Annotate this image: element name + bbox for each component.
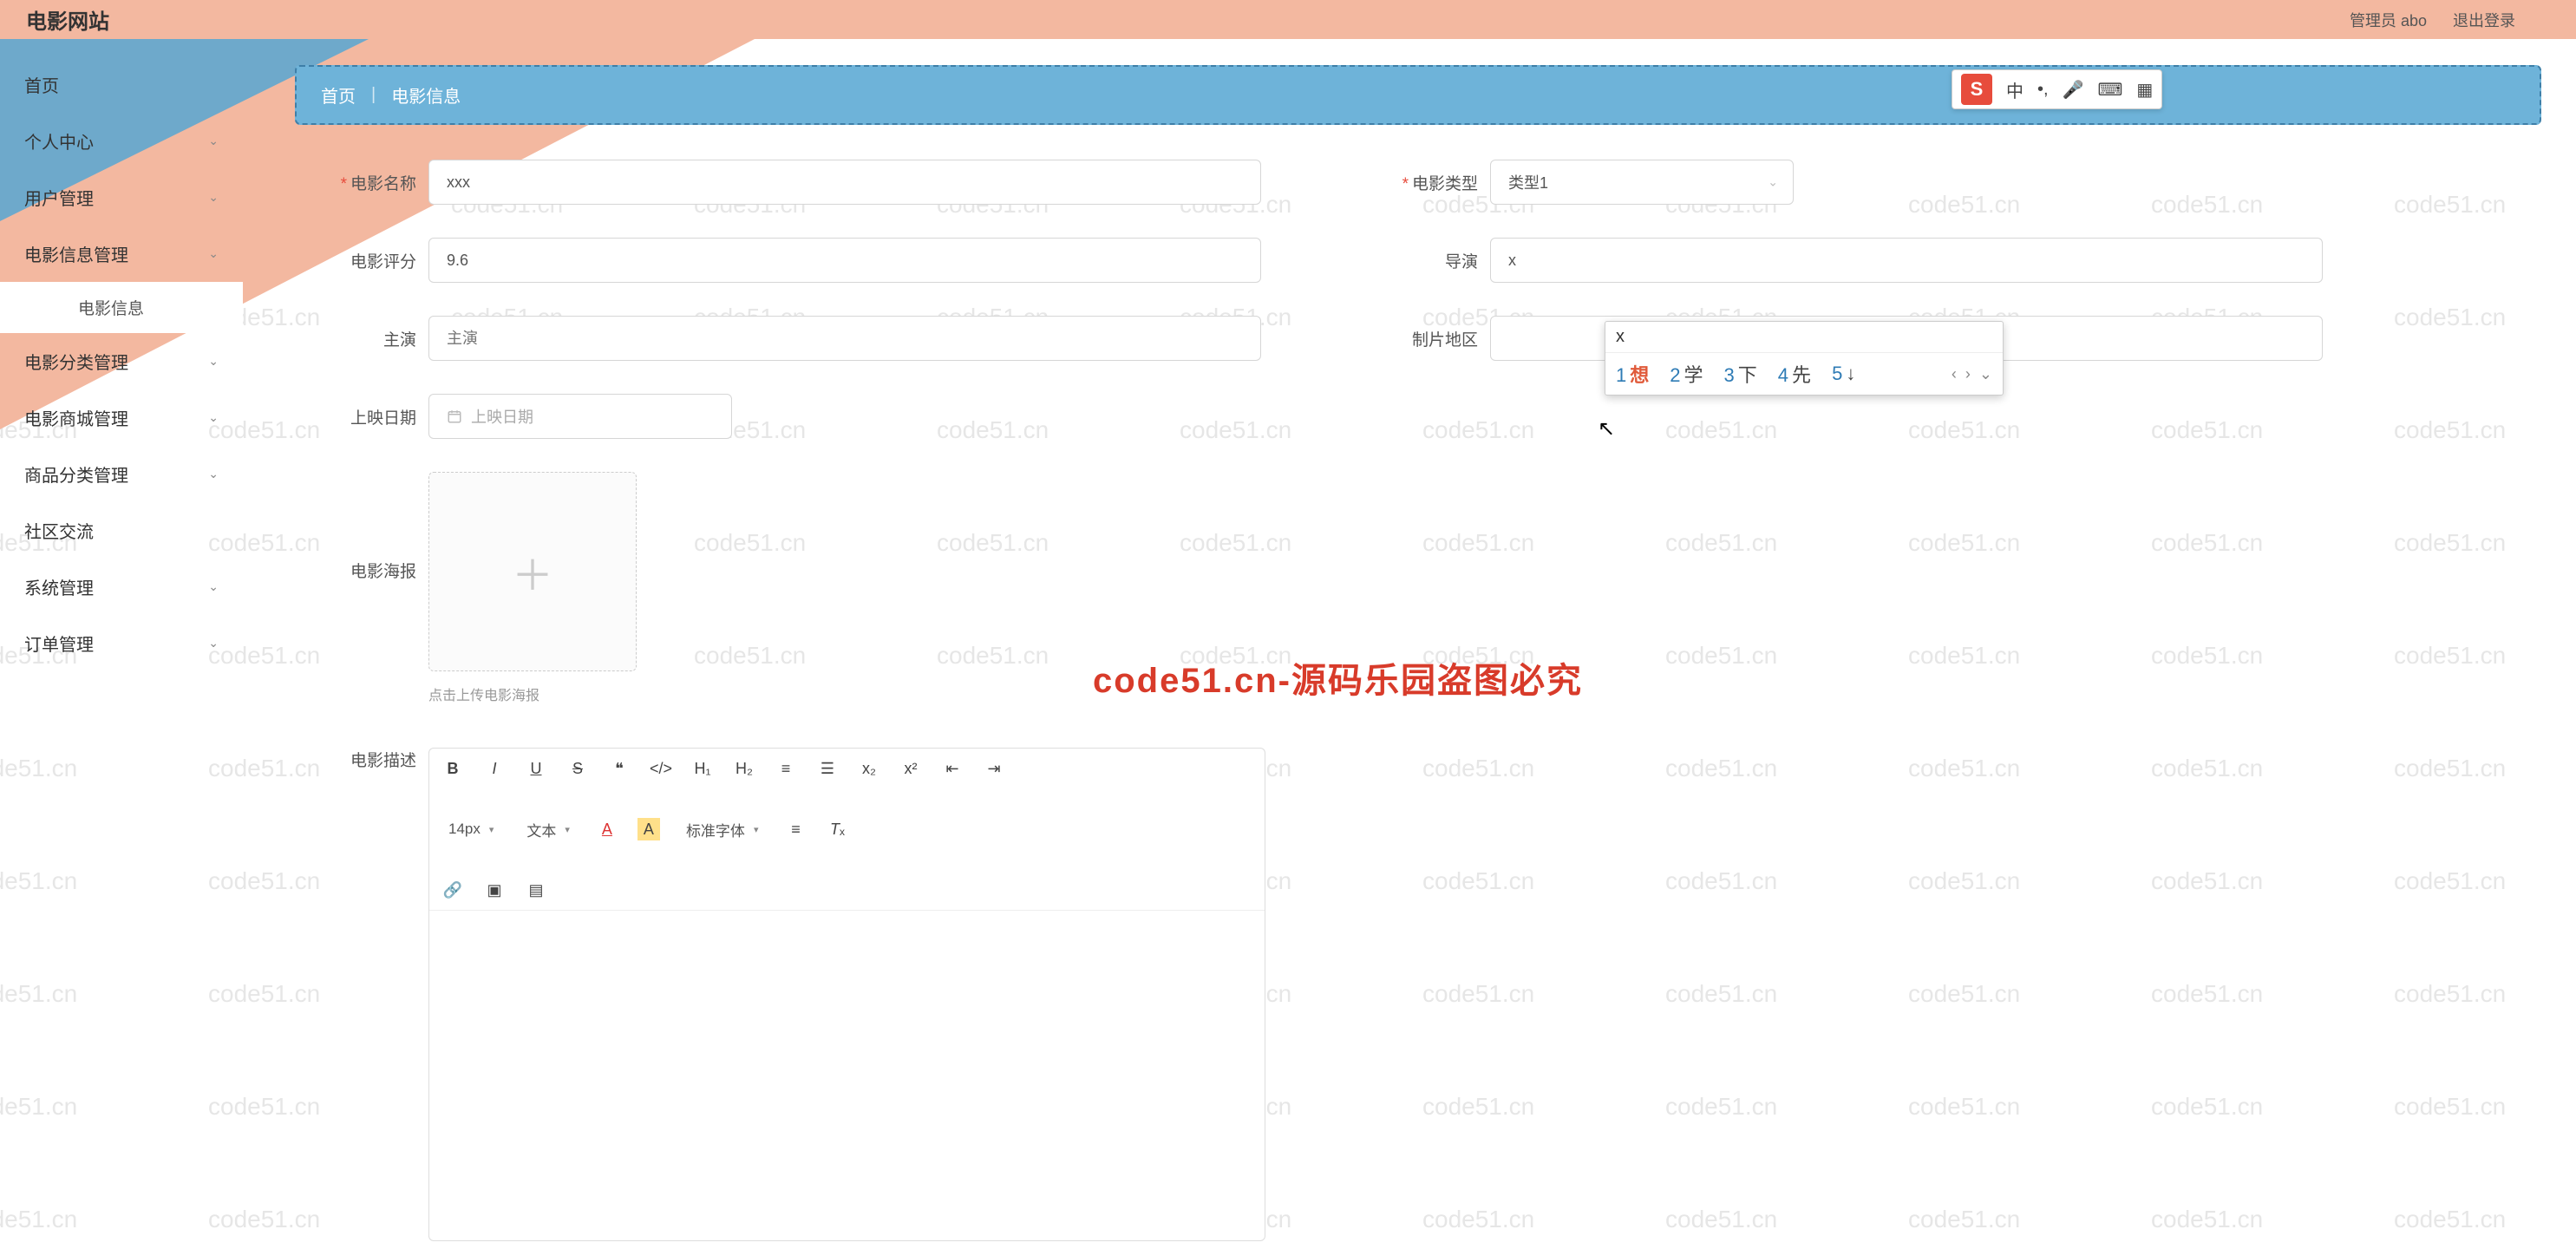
image-button[interactable]: ▣ bbox=[483, 879, 506, 901]
director-input[interactable] bbox=[1490, 238, 2323, 283]
chevron-down-icon: ⌄ bbox=[208, 246, 219, 261]
font-color-button[interactable]: A bbox=[596, 818, 618, 840]
label-desc: 电影描述 bbox=[304, 748, 416, 771]
label-director: 导演 bbox=[1365, 249, 1478, 272]
admin-info[interactable]: 管理员 abo bbox=[2350, 9, 2427, 31]
sidebar-sub-movie-info[interactable]: 电影信息 bbox=[0, 282, 243, 333]
ime-candidate-1[interactable]: 1想 bbox=[1616, 360, 1649, 388]
sidebar: 首页 个人中心⌄ 用户管理⌄ 电影信息管理⌄ 电影信息 电影分类管理⌄ 电影商城… bbox=[0, 39, 243, 1249]
chevron-down-icon: ⌄ bbox=[1768, 175, 1778, 190]
font-family-select[interactable]: 标准字体▾ bbox=[679, 819, 766, 840]
chevron-down-icon: ⌄ bbox=[208, 636, 219, 651]
cast-input[interactable] bbox=[428, 316, 1261, 361]
ime-lang[interactable]: 中 bbox=[2006, 77, 2024, 102]
quote-button[interactable]: ❝ bbox=[608, 757, 631, 780]
ime-next-icon[interactable]: › bbox=[1965, 365, 1971, 383]
release-date-picker[interactable]: 上映日期 bbox=[428, 394, 732, 439]
poster-upload-hint: 点击上传电影海报 bbox=[428, 683, 2533, 704]
desc-editor: B I U S ❝ </> H₁ H₂ ≡ ☰ x₂ x² ⇤ ⇥ bbox=[428, 748, 1265, 1241]
label-release: 上映日期 bbox=[304, 405, 416, 428]
ime-grid-icon[interactable]: ▦ bbox=[2136, 79, 2153, 101]
sidebar-item-movie-store[interactable]: 电影商城管理⌄ bbox=[0, 389, 243, 446]
ime-punct-icon[interactable]: •, bbox=[2037, 80, 2049, 100]
breadcrumb: 首页 | 电影信息 bbox=[295, 65, 2541, 125]
label-movie-type: 电影类型 bbox=[1412, 175, 1478, 193]
logout-link[interactable]: 退出登录 bbox=[2453, 9, 2515, 31]
chevron-down-icon: ⌄ bbox=[208, 467, 219, 481]
sidebar-item-community[interactable]: 社区交流 bbox=[0, 502, 243, 559]
label-movie-name: 电影名称 bbox=[350, 175, 416, 193]
ime-expand-icon[interactable]: ⌄ bbox=[1979, 365, 1992, 383]
superscript-button[interactable]: x² bbox=[899, 757, 922, 780]
breadcrumb-separator: | bbox=[371, 85, 376, 105]
ime-prev-icon[interactable]: ‹ bbox=[1952, 365, 1957, 383]
underline-button[interactable]: U bbox=[525, 757, 547, 780]
ime-toolbar[interactable]: S 中 •, 🎤 ⌨ ▦ bbox=[1952, 69, 2162, 109]
bg-color-button[interactable]: A bbox=[637, 818, 660, 840]
ime-preedit: x bbox=[1605, 322, 2003, 353]
ime-voice-icon[interactable]: 🎤 bbox=[2063, 79, 2084, 101]
label-cast: 主演 bbox=[304, 327, 416, 350]
mouse-cursor-icon: ↖ bbox=[1598, 416, 1615, 441]
movie-type-select[interactable] bbox=[1490, 160, 1794, 205]
ol-button[interactable]: ≡ bbox=[775, 757, 797, 780]
editor-textarea[interactable] bbox=[429, 911, 1265, 1240]
label-region: 制片地区 bbox=[1365, 327, 1478, 350]
text-style-select[interactable]: 文本▾ bbox=[520, 819, 577, 840]
align-button[interactable]: ≡ bbox=[784, 818, 807, 840]
font-size-select[interactable]: 14px▾ bbox=[441, 821, 500, 838]
chevron-down-icon: ⌄ bbox=[208, 134, 219, 148]
chevron-down-icon: ⌄ bbox=[208, 354, 219, 369]
calendar-icon bbox=[447, 409, 462, 424]
sidebar-item-users[interactable]: 用户管理⌄ bbox=[0, 169, 243, 226]
ime-logo-icon: S bbox=[1961, 74, 1992, 105]
ul-button[interactable]: ☰ bbox=[816, 757, 839, 780]
sidebar-item-product-category[interactable]: 商品分类管理⌄ bbox=[0, 446, 243, 502]
clear-format-button[interactable]: Tₓ bbox=[826, 818, 848, 840]
sidebar-item-orders[interactable]: 订单管理⌄ bbox=[0, 615, 243, 671]
sidebar-item-home[interactable]: 首页 bbox=[0, 56, 243, 113]
editor-toolbar: B I U S ❝ </> H₁ H₂ ≡ ☰ x₂ x² ⇤ ⇥ bbox=[429, 749, 1265, 911]
breadcrumb-current: 电影信息 bbox=[391, 82, 461, 108]
code-button[interactable]: </> bbox=[650, 757, 672, 780]
rating-input[interactable] bbox=[428, 238, 1261, 283]
label-rating: 电影评分 bbox=[304, 249, 416, 272]
label-poster: 电影海报 bbox=[304, 559, 416, 582]
movie-name-input[interactable] bbox=[428, 160, 1261, 205]
site-title: 电影网站 bbox=[26, 4, 109, 35]
release-placeholder: 上映日期 bbox=[471, 405, 533, 428]
breadcrumb-home[interactable]: 首页 bbox=[321, 82, 356, 108]
indent-inc-button[interactable]: ⇥ bbox=[983, 757, 1005, 780]
main-content: 首页 | 电影信息 *电影名称 *电影类型 ⌄ bbox=[243, 39, 2576, 1249]
strike-button[interactable]: S bbox=[566, 757, 589, 780]
ime-candidate-3[interactable]: 3下 bbox=[1724, 360, 1757, 388]
ime-keyboard-icon[interactable]: ⌨ bbox=[2097, 79, 2122, 101]
poster-upload[interactable]: ＋ bbox=[428, 472, 637, 671]
chevron-down-icon: ⌄ bbox=[208, 410, 219, 425]
subscript-button[interactable]: x₂ bbox=[858, 757, 880, 780]
italic-button[interactable]: I bbox=[483, 757, 506, 780]
indent-dec-button[interactable]: ⇤ bbox=[941, 757, 964, 780]
movie-form: *电影名称 *电影类型 ⌄ 电影评分 导演 bbox=[295, 125, 2541, 1249]
sidebar-item-movie-info-mgmt[interactable]: 电影信息管理⌄ bbox=[0, 226, 243, 282]
sidebar-item-personal[interactable]: 个人中心⌄ bbox=[0, 113, 243, 169]
h2-button[interactable]: H₂ bbox=[733, 757, 755, 780]
link-button[interactable]: 🔗 bbox=[441, 879, 464, 901]
video-button[interactable]: ▤ bbox=[525, 879, 547, 901]
chevron-down-icon: ⌄ bbox=[208, 190, 219, 205]
ime-candidate-2[interactable]: 2学 bbox=[1670, 360, 1703, 388]
h1-button[interactable]: H₁ bbox=[691, 757, 714, 780]
chevron-down-icon: ⌄ bbox=[208, 579, 219, 594]
bold-button[interactable]: B bbox=[441, 757, 464, 780]
sidebar-item-system[interactable]: 系统管理⌄ bbox=[0, 559, 243, 615]
ime-candidate-4[interactable]: 4先 bbox=[1778, 360, 1811, 388]
ime-candidate-window: x 1想 2学 3下 4先 5↓ ‹ › ⌄ bbox=[1605, 321, 2004, 396]
ime-candidate-5[interactable]: 5↓ bbox=[1832, 363, 1855, 385]
plus-icon: ＋ bbox=[512, 541, 553, 602]
sidebar-item-movie-category[interactable]: 电影分类管理⌄ bbox=[0, 333, 243, 389]
app-header: 电影网站 管理员 abo 退出登录 bbox=[0, 0, 2576, 39]
